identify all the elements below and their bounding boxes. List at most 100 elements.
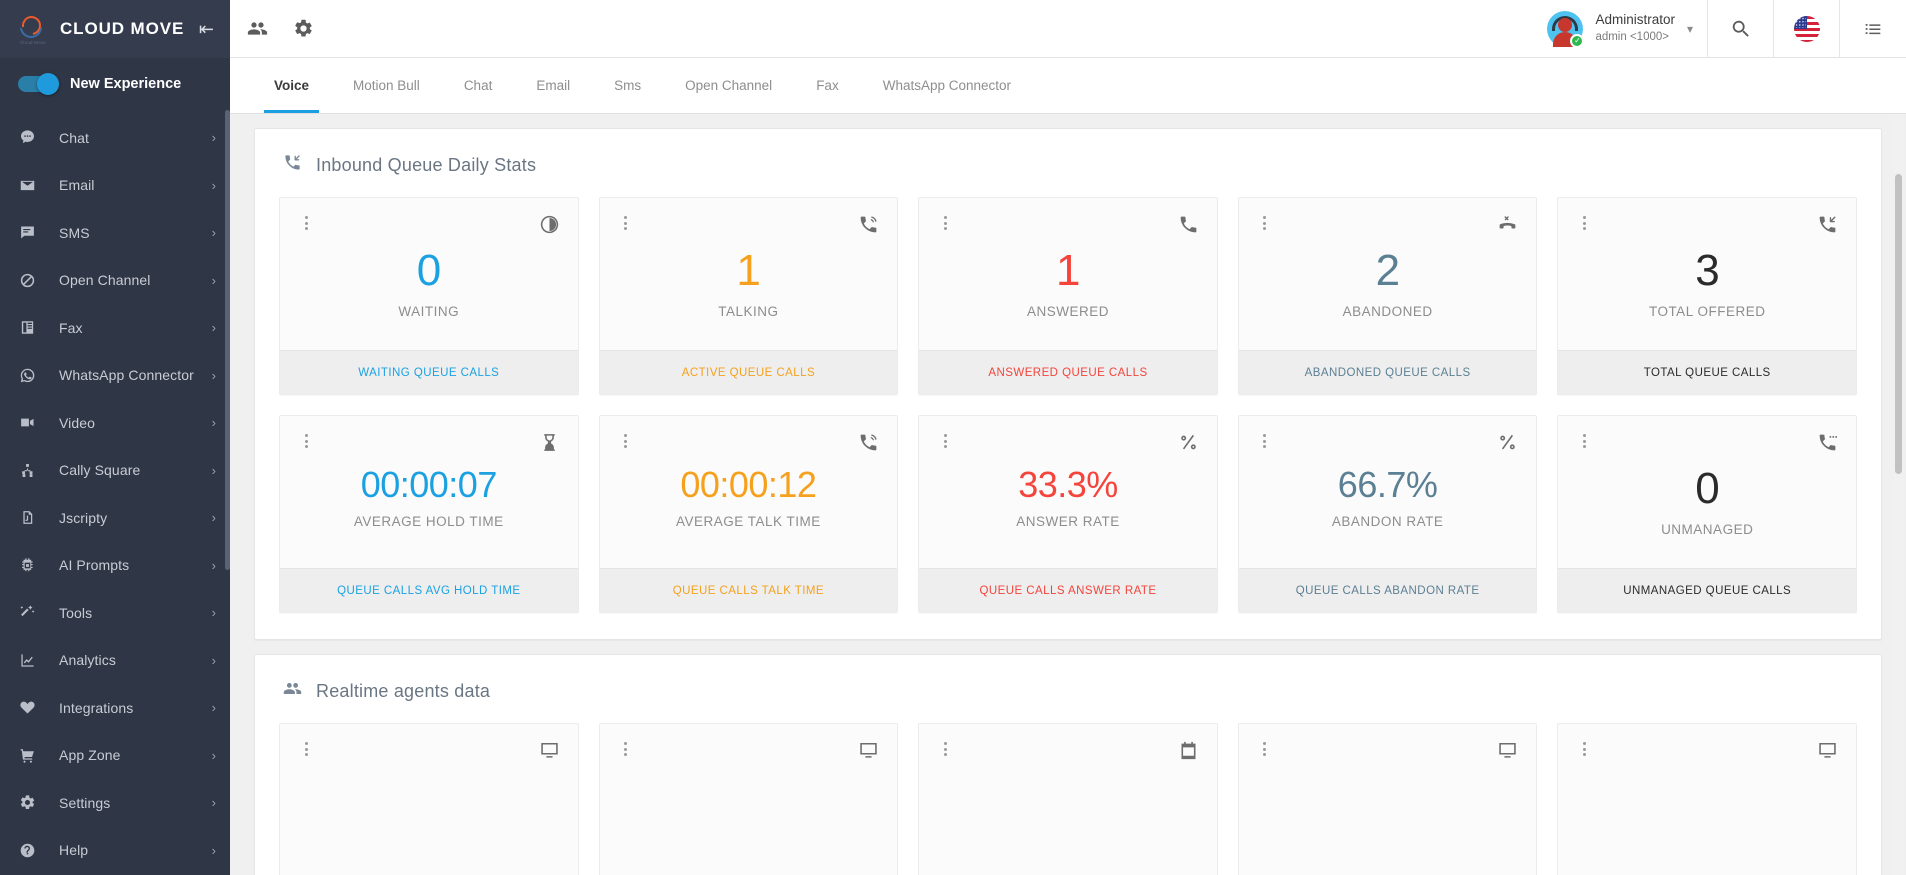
more-options-icon[interactable] [298,740,314,758]
tab-chat[interactable]: Chat [442,58,515,113]
more-options-icon[interactable] [1576,214,1592,232]
card-label: Abandoned [1342,304,1433,320]
card-footer-link[interactable]: Answered Queue Calls [919,350,1217,394]
tab-open-channel[interactable]: Open Channel [663,58,794,113]
card-top [280,198,578,238]
more-options-icon[interactable] [1257,432,1273,450]
stat-card[interactable]: 1 Talking Active Queue Calls [598,197,899,395]
sidebar-item-video[interactable]: Video › [0,399,230,447]
card-value: 1 [1056,246,1080,295]
card-footer-link[interactable]: Active Queue Calls [599,350,898,394]
tab-motion-bull[interactable]: Motion Bull [331,58,442,113]
tab-whatsapp-connector[interactable]: WhatsApp Connector [861,58,1033,113]
new-experience-toggle[interactable]: New Experience [0,58,230,110]
agent-card[interactable] [1557,723,1857,875]
sidebar-item-tools[interactable]: Tools › [0,589,230,637]
chevron-right-icon: › [211,700,216,716]
users-icon[interactable] [244,16,270,42]
card-footer-link[interactable]: Queue Calls Avg Hold Time [280,568,578,612]
sidebar-item-ai-prompts[interactable]: AI Prompts › [0,542,230,590]
sidebar-item-integrations[interactable]: Integrations › [0,684,230,732]
sidebar-item-label: Jscripty [59,509,108,526]
stat-card[interactable]: 1 Answered Answered Queue Calls [918,197,1218,395]
card-footer-link[interactable]: Queue Calls Answer Rate [919,568,1217,612]
more-options-icon[interactable] [298,432,314,450]
agent-card[interactable] [1237,723,1538,875]
more-options-icon[interactable] [1257,214,1273,232]
sidebar-item-cally-square[interactable]: Cally Square › [0,447,230,495]
list-menu-icon[interactable] [1840,0,1906,58]
card-top [600,724,898,764]
card-footer-link[interactable]: Unmanaged Queue Calls [1558,568,1856,612]
panel-title: Realtime agents data [316,680,491,701]
card-top [600,416,898,456]
card-body: 00:00:12 Average Talk Time [600,456,898,568]
card-footer-link[interactable]: Queue Calls Talk Time [599,568,898,612]
card-top [1239,198,1537,238]
stat-card[interactable]: 33.3% Answer Rate Queue Calls Answer Rate [918,415,1218,613]
tab-email[interactable]: Email [514,58,592,113]
tab-fax[interactable]: Fax [794,58,861,113]
gear-icon[interactable] [290,16,316,42]
whatsapp-icon [19,367,41,384]
flag-us-icon[interactable] [1774,0,1840,58]
sidebar-item-sms[interactable]: SMS › [0,209,230,257]
stat-card[interactable]: 0 Unmanaged Unmanaged Queue Calls [1557,415,1857,613]
sidebar-item-chat[interactable]: Chat › [0,114,230,162]
stat-card[interactable]: 00:00:12 Average Talk Time Queue Calls Tal… [598,415,899,613]
chevron-down-icon[interactable]: ▾ [1687,22,1693,36]
sidebar-item-email[interactable]: Email › [0,162,230,210]
agent-card[interactable] [918,723,1218,875]
sidebar-item-open-channel[interactable]: Open Channel › [0,257,230,305]
stat-card[interactable]: 66.7% Abandon Rate Queue Calls Abandon Rat… [1237,415,1538,613]
sitemap-icon [19,462,41,479]
sidebar-item-analytics[interactable]: Analytics › [0,637,230,685]
card-label: Abandon Rate [1331,513,1444,529]
search-icon[interactable] [1708,0,1774,58]
card-footer-link[interactable]: Total Queue Calls [1558,350,1856,394]
more-options-icon[interactable] [618,214,634,232]
card-footer-link[interactable]: Abandoned Queue Calls [1238,350,1537,394]
sidebar-item-label: App Zone [59,747,121,764]
card-footer-link[interactable]: Queue Calls Abandon Rate [1238,568,1537,612]
more-options-icon[interactable] [937,740,953,758]
card-value: 1 [736,246,761,295]
sidebar-item-label: Tools [59,604,93,621]
collapse-sidebar-icon[interactable]: ⇤ [197,16,216,42]
more-options-icon[interactable] [618,740,634,758]
tab-sms[interactable]: Sms [592,58,663,113]
more-options-icon[interactable] [937,432,953,450]
sidebar-brand: Cloud Move CLOUD MOVE ⇤ [0,0,230,58]
stat-card[interactable]: 0 Waiting Waiting Queue Calls [279,197,579,395]
card-label: Waiting [398,304,460,320]
sidebar-item-settings[interactable]: Settings › [0,779,230,827]
card-top [919,724,1217,764]
user-menu[interactable]: ✓ Administrator admin <1000> ▾ [1537,0,1708,58]
calendar-icon [1178,740,1199,761]
card-footer-link[interactable]: Waiting Queue Calls [280,350,578,394]
sidebar-item-help[interactable]: Help › [0,827,230,875]
more-options-icon[interactable] [618,432,634,450]
card-label: Average Hold Time [353,513,504,529]
top-bar: ✓ Administrator admin <1000> ▾ [230,0,1906,58]
more-options-icon[interactable] [1576,740,1592,758]
page-scrollbar[interactable] [1894,114,1903,875]
more-options-icon[interactable] [1257,740,1273,758]
stat-card[interactable]: 00:00:07 Average Hold Time Queue Calls Avg… [279,415,579,613]
stat-card[interactable]: 2 Abandoned Abandoned Queue Calls [1237,197,1538,395]
more-options-icon[interactable] [937,214,953,232]
tab-voice[interactable]: Voice [252,58,331,113]
sidebar-item-app-zone[interactable]: App Zone › [0,732,230,780]
sidebar-item-whatsapp-connector[interactable]: WhatsApp Connector › [0,352,230,400]
sidebar-item-jscripty[interactable]: Jscripty › [0,494,230,542]
agent-card-grid [277,723,1859,875]
more-options-icon[interactable] [298,214,314,232]
agent-card[interactable] [279,723,579,875]
stat-card[interactable]: 3 Total Offered Total Queue Calls [1557,197,1857,395]
toggle-switch-icon[interactable] [18,73,59,95]
card-top [600,198,898,238]
inbound-queue-daily-stats-panel: Inbound Queue Daily Stats 0 Waiting Waitin… [254,128,1882,640]
agent-card[interactable] [598,723,899,875]
more-options-icon[interactable] [1576,432,1592,450]
sidebar-item-fax[interactable]: Fax › [0,304,230,352]
